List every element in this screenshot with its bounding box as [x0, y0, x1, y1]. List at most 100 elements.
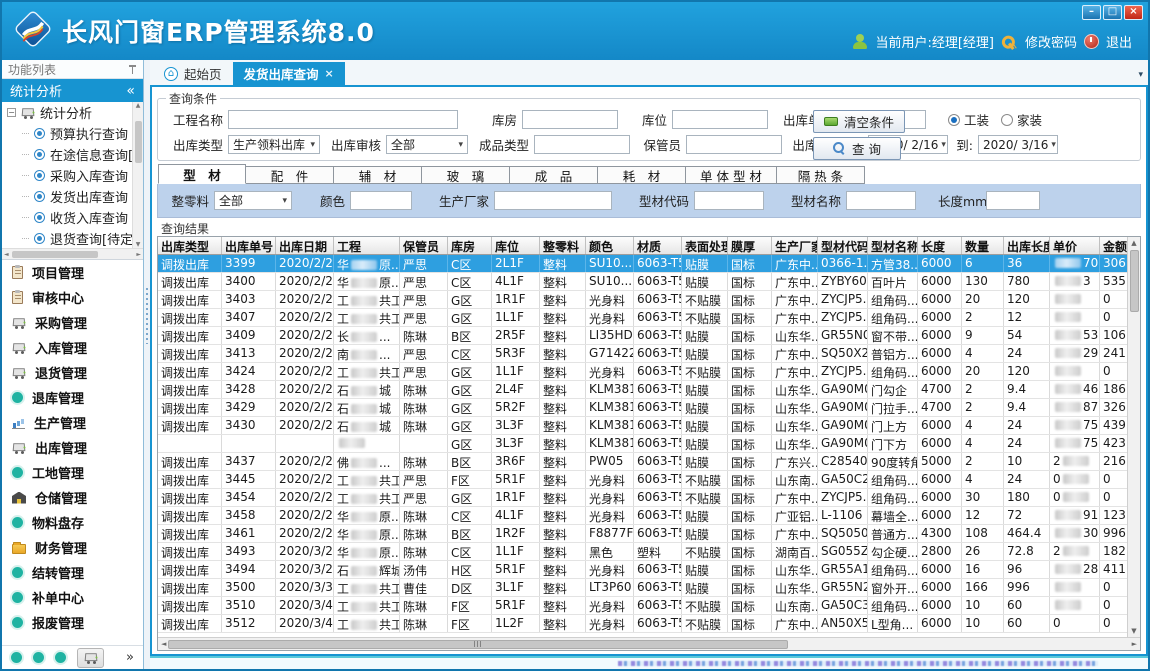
tree-vscroll-thumb[interactable] [135, 121, 142, 163]
column-header-qty[interactable]: 数量 [962, 237, 1004, 254]
table-row[interactable]: 调拨出库34452020/2/27工共工程严思F区5R1F整料光身料6063-T… [158, 471, 1127, 489]
sidebar-item-9[interactable]: 仓储管理 [2, 485, 143, 510]
sidebar-splitter[interactable] [144, 60, 150, 669]
sidebar-item-5[interactable]: 退库管理 [2, 385, 143, 410]
column-header-material[interactable]: 材质 [634, 237, 682, 254]
grid-hscroll-thumb[interactable] [168, 640, 788, 649]
material-tab-5[interactable]: 耗 材 [598, 166, 686, 184]
column-header-manufacturer[interactable]: 生产厂家 [772, 237, 818, 254]
sidebar-tree-item[interactable]: 收货入库查询 [2, 207, 132, 228]
quick-dot-icon[interactable] [33, 652, 44, 663]
sidebar-item-6[interactable]: 生产管理 [2, 410, 143, 435]
sidebar-tree-item[interactable]: 采购入库查询 [2, 165, 132, 186]
column-header-unit-price[interactable]: 单价 [1050, 237, 1100, 254]
location-input[interactable] [672, 110, 768, 129]
date-to-combo[interactable]: 2020/ 3/16▾ [978, 135, 1058, 154]
table-row[interactable]: 调拨出库34092020/2/25长...陈琳B区2R5F整料LI35HD606… [158, 327, 1127, 345]
column-header-film[interactable]: 膜厚 [728, 237, 772, 254]
scroll-left-icon[interactable]: ◄ [161, 640, 166, 648]
column-header-name[interactable]: 型材名称 [868, 237, 918, 254]
column-header-color[interactable]: 颜色 [586, 237, 634, 254]
table-row[interactable]: 调拨出库34002020/2/25华原...严思C区4L1F整料SU10...6… [158, 273, 1127, 291]
column-header-project[interactable]: 工程 [334, 237, 400, 254]
grid-horizontal-scrollbar[interactable]: ◄ ► [158, 637, 1140, 650]
change-password-link[interactable]: 修改密码 [1025, 32, 1077, 51]
column-header-length[interactable]: 长度 [918, 237, 962, 254]
table-row[interactable]: 调拨出库34932020/3/2华原...陈琳C区1L1F整料黑色塑料不贴膜国标… [158, 543, 1127, 561]
table-row[interactable]: 调拨出库34542020/2/28工共工程严思G区1R1F整料光身料6063-T… [158, 489, 1127, 507]
sidebar-item-2[interactable]: 采购管理 [2, 310, 143, 335]
scroll-right-icon[interactable]: ► [1132, 640, 1137, 648]
sidebar-tree-item[interactable]: 发货出库查询 [2, 186, 132, 207]
more-groups-button[interactable]: » [126, 651, 134, 664]
column-header-location[interactable]: 库位 [492, 237, 540, 254]
grid-vertical-scrollbar[interactable]: ▲ ▼ [1127, 237, 1140, 637]
sidebar-item-11[interactable]: 财务管理 [2, 535, 143, 560]
sidebar-item-0[interactable]: 项目管理 [2, 260, 143, 285]
scroll-down-icon[interactable]: ▼ [1131, 625, 1136, 637]
grid-vscroll-thumb[interactable] [1130, 250, 1139, 312]
sidebar-item-1[interactable]: 审核中心 [2, 285, 143, 310]
outbound-type-combo[interactable]: 生产领料出库▾ [228, 135, 320, 154]
table-row[interactable]: 调拨出库34292020/2/26石城陈琳G区5R2F整料KLM38176063… [158, 399, 1127, 417]
scroll-down-icon[interactable]: ▼ [136, 241, 141, 248]
table-row[interactable]: 调拨出库34282020/2/26石城陈琳G区2L4F整料KLM38176063… [158, 381, 1127, 399]
scroll-right-icon[interactable]: ► [136, 251, 141, 258]
clear-conditions-button[interactable]: 清空条件 [813, 110, 905, 133]
sidebar-item-4[interactable]: 退货管理 [2, 360, 143, 385]
material-tab-1[interactable]: 配 件 [246, 166, 334, 184]
sidebar-tree-item[interactable]: 退货查询[待定] [2, 228, 132, 248]
column-header-date[interactable]: 出库日期 [276, 237, 334, 254]
tab-home[interactable]: ⌂起始页 [153, 62, 233, 85]
warehouse-input[interactable] [522, 110, 618, 129]
table-row[interactable]: 调拨出库34942020/3/2石辉城汤伟H区5R1F整料光身料6063-T5贴… [158, 561, 1127, 579]
sidebar-item-10[interactable]: 物料盘存 [2, 510, 143, 535]
table-row[interactable]: 调拨出库33992020/2/25华原...严思C区2L1F整料SU10...6… [158, 255, 1127, 273]
product-type-input[interactable] [534, 135, 630, 154]
column-header-surface[interactable]: 表面处理 [682, 237, 728, 254]
profile-name-input[interactable] [846, 191, 916, 210]
table-row[interactable]: 调拨出库34582020/2/28华原...陈琳C区4L1F整料光身料6063-… [158, 507, 1127, 525]
sidebar-tree-item[interactable]: 预算执行查询 [2, 123, 132, 144]
material-tab-0[interactable]: 型 材 [158, 164, 246, 184]
scroll-up-icon[interactable]: ▲ [136, 102, 141, 109]
tree-hscroll-thumb[interactable] [12, 251, 98, 258]
column-header-type[interactable]: 出库类型 [158, 237, 222, 254]
material-tab-7[interactable]: 隔 热 条 [777, 166, 865, 184]
material-tab-2[interactable]: 辅 材 [334, 166, 422, 184]
material-tab-3[interactable]: 玻 璃 [422, 166, 510, 184]
quick-cart-button[interactable] [77, 648, 104, 668]
column-header-order-no[interactable]: 出库单号 [222, 237, 276, 254]
quick-dot-icon[interactable] [55, 652, 66, 663]
length-mm-input[interactable] [986, 191, 1040, 210]
sidebar-item-3[interactable]: 入库管理 [2, 335, 143, 360]
tab-shipment-query[interactable]: 发货出库查询× [233, 62, 345, 85]
tab-close-icon[interactable]: × [325, 67, 334, 80]
minimize-button[interactable]: – [1082, 5, 1101, 20]
tree-root-item[interactable]: −统计分析 [2, 102, 132, 123]
table-row[interactable]: 调拨出库34032020/2/25工共工程严思G区1R1F整料光身料6063-T… [158, 291, 1127, 309]
column-header-code[interactable]: 型材代码 [818, 237, 868, 254]
whole-piece-combo[interactable]: 全部▾ [214, 191, 292, 210]
sidebar-item-8[interactable]: 工地管理 [2, 460, 143, 485]
sidebar-tree-item[interactable]: 在途信息查询[待定] [2, 144, 132, 165]
sidebar-item-12[interactable]: 结转管理 [2, 560, 143, 585]
column-header-keeper[interactable]: 保管员 [400, 237, 448, 254]
column-header-warehouse[interactable]: 库房 [448, 237, 492, 254]
logout-link[interactable]: 退出 [1106, 32, 1132, 51]
tree-horizontal-scrollbar[interactable]: ◄ ► [2, 248, 143, 260]
sidebar-group-header[interactable]: 统计分析 « [2, 79, 143, 102]
outbound-audit-combo[interactable]: 全部▾ [386, 135, 468, 154]
tab-list-caret-icon[interactable]: ▾ [1138, 70, 1143, 80]
table-row[interactable]: 调拨出库34132020/2/26南...严思C区5R3F整料G71422606… [158, 345, 1127, 363]
search-button[interactable]: 查 询 [813, 137, 901, 160]
scroll-up-icon[interactable]: ▲ [1131, 237, 1136, 249]
collapse-icon[interactable]: « [126, 84, 135, 98]
profile-code-input[interactable] [694, 191, 764, 210]
table-row[interactable]: 调拨出库34612020/2/28华原...陈琳B区1R2F整料F8877FT6… [158, 525, 1127, 543]
radio-industrial[interactable]: 工装 [948, 110, 989, 129]
pin-icon[interactable] [128, 64, 137, 75]
close-button[interactable]: × [1124, 5, 1143, 20]
material-tab-6[interactable]: 单 体 型 材 [686, 166, 777, 184]
project-name-input[interactable] [228, 110, 458, 129]
